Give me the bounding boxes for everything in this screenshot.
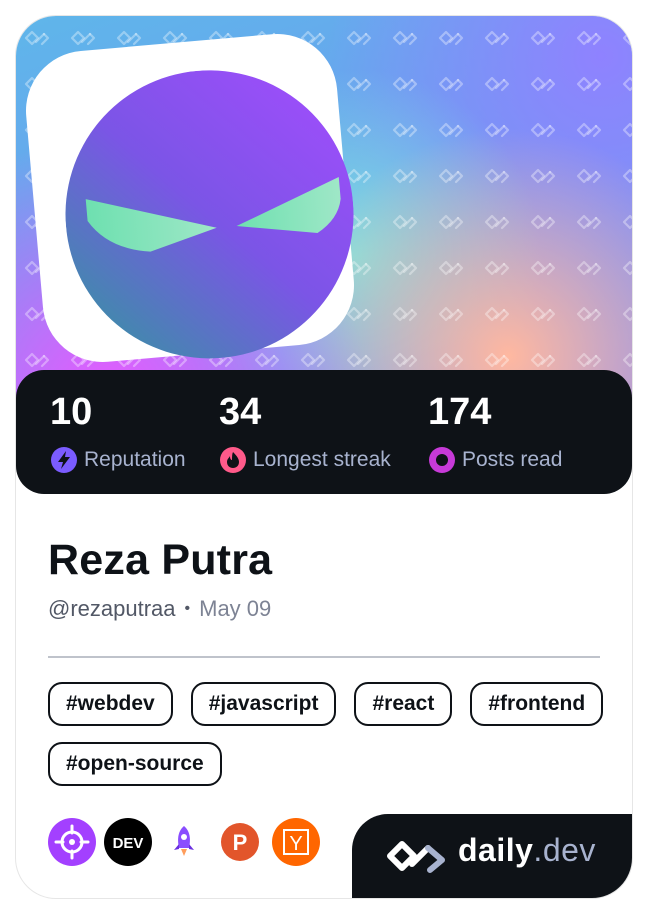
meta-separator: • bbox=[184, 600, 191, 617]
tag-frontend[interactable]: #frontend bbox=[470, 682, 604, 726]
tag-list: #webdev #javascript #react #frontend #op… bbox=[48, 682, 608, 786]
stat-longest-streak: 34 Longest streak bbox=[219, 390, 391, 474]
profile-name: Reza Putra bbox=[48, 536, 273, 584]
svg-text:Y: Y bbox=[289, 833, 302, 855]
posts-read-value: 174 bbox=[428, 391, 492, 433]
profile-handle: @rezaputraa bbox=[48, 596, 176, 621]
stat-reputation: 10 Reputation bbox=[50, 390, 186, 474]
brand-wordmark: daily.dev bbox=[458, 832, 596, 869]
tag-webdev[interactable]: #webdev bbox=[48, 682, 173, 726]
tag-javascript[interactable]: #javascript bbox=[190, 682, 337, 726]
cover-background bbox=[16, 16, 632, 416]
devcard: 10 Reputation 34 Longest streak 174 Post… bbox=[16, 16, 632, 898]
hacker-news-source-icon[interactable]: Y bbox=[272, 818, 320, 866]
profile-meta: @rezaputraa • May 09 bbox=[48, 596, 271, 622]
profile-date: May 09 bbox=[199, 596, 272, 621]
avatar[interactable] bbox=[53, 58, 365, 370]
brand-name: daily bbox=[458, 832, 534, 868]
daily-dev-logo-icon bbox=[387, 841, 445, 873]
crosshair-source-icon[interactable] bbox=[48, 818, 96, 866]
reputation-value: 10 bbox=[50, 391, 93, 433]
rocket-source-icon[interactable] bbox=[160, 818, 208, 866]
brand-suffix: .dev bbox=[533, 832, 596, 868]
product-hunt-source-icon[interactable]: P bbox=[216, 818, 264, 866]
tag-open-source[interactable]: #open-source bbox=[48, 742, 222, 786]
avatar-frame bbox=[20, 28, 360, 368]
longest-streak-label: Longest streak bbox=[253, 448, 391, 471]
svg-text:P: P bbox=[233, 830, 248, 855]
eye-icon bbox=[429, 447, 455, 473]
reputation-label: Reputation bbox=[84, 448, 186, 471]
longest-streak-value: 34 bbox=[219, 391, 262, 433]
dev-to-source-icon[interactable]: DEV bbox=[104, 818, 152, 866]
stat-posts-read: 174 Posts read bbox=[428, 390, 562, 474]
stats-panel: 10 Reputation 34 Longest streak 174 Post… bbox=[16, 370, 632, 494]
daily-dev-branding[interactable]: daily.dev bbox=[352, 814, 632, 898]
source-list: DEV P Y bbox=[48, 818, 320, 866]
tag-react[interactable]: #react bbox=[354, 682, 453, 726]
divider bbox=[48, 656, 600, 658]
posts-read-label: Posts read bbox=[462, 448, 563, 471]
svg-text:DEV: DEV bbox=[113, 835, 144, 852]
lightning-icon bbox=[51, 447, 77, 473]
flame-icon bbox=[220, 447, 246, 473]
